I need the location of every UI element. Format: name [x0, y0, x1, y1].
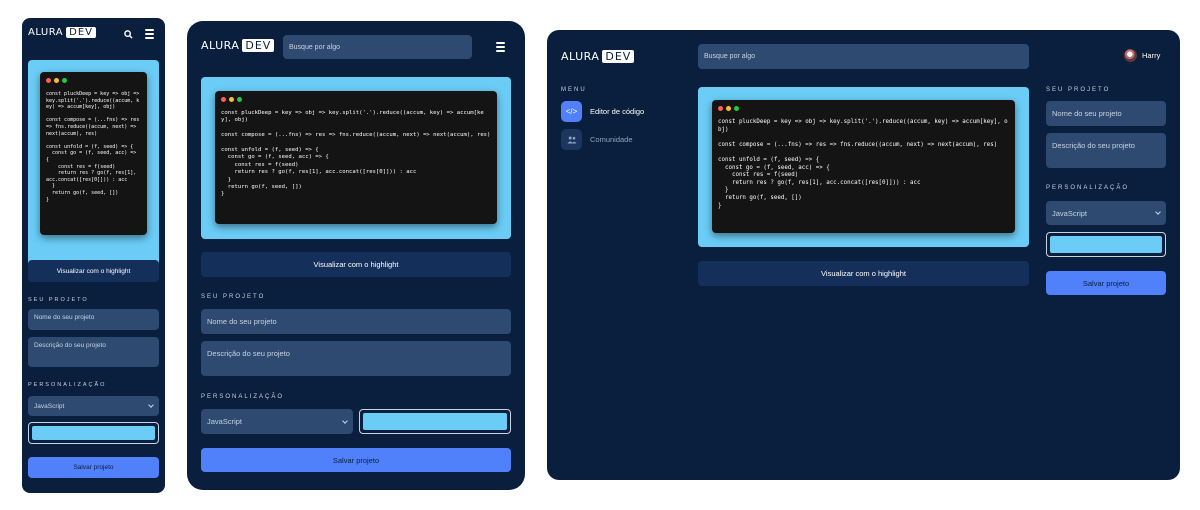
brand-boxed: DEV [66, 27, 96, 38]
menu-icon[interactable] [143, 28, 155, 40]
user-menu[interactable]: Harry [1124, 49, 1160, 62]
language-select-value: JavaScript [34, 402, 65, 410]
mobile-frame: ALURA DEV const pluckDeep = key => obj =… [22, 18, 165, 493]
color-picker[interactable] [28, 422, 159, 444]
window-dots [46, 78, 141, 83]
project-section-label: SEU PROJETO [28, 297, 89, 303]
save-button[interactable]: Salvar projeto [28, 457, 159, 478]
chevron-down-icon [1155, 209, 1161, 215]
brand-word: ALURA [201, 39, 240, 52]
brand-logo[interactable]: ALURA DEV [561, 50, 635, 63]
code-text[interactable]: const pluckDeep = key => obj => key.spli… [221, 110, 491, 199]
language-select[interactable]: JavaScript [28, 396, 159, 416]
menu-icon[interactable] [494, 41, 506, 53]
avatar [1124, 49, 1137, 62]
color-swatch [1050, 236, 1162, 253]
project-name-input[interactable]: Nome do seu projeto [201, 309, 511, 334]
customization-section-label: PERSONALIZAÇÃO [1046, 185, 1130, 191]
code-editor[interactable]: const pluckDeep = key => obj => key.spli… [712, 100, 1015, 233]
color-picker[interactable] [1046, 232, 1166, 257]
code-text[interactable]: const pluckDeep = key => obj => key.spli… [718, 119, 1009, 210]
project-name-input[interactable]: Nome do seu projeto [28, 309, 159, 330]
customization-section-label: PERSONALIZAÇÃO [201, 394, 285, 400]
brand-boxed: DEV [602, 50, 635, 63]
code-editor[interactable]: const pluckDeep = key => obj => key.spli… [215, 91, 497, 224]
color-picker[interactable] [359, 409, 511, 434]
color-swatch [363, 413, 507, 430]
tablet-frame: ALURA DEV Busque por algo const pluckDee… [187, 21, 525, 490]
code-text[interactable]: const pluckDeep = key => obj => key.spli… [46, 91, 141, 203]
chevron-down-icon [342, 417, 348, 424]
brand-logo[interactable]: ALURA DEV [201, 39, 275, 52]
menu-item-label: Editor de código [590, 107, 645, 116]
language-select[interactable]: JavaScript [201, 409, 353, 434]
code-editor[interactable]: const pluckDeep = key => obj => key.spli… [40, 72, 147, 235]
project-name-input[interactable]: Nome do seu projeto [1046, 101, 1166, 126]
highlight-button[interactable]: Visualizar com o highlight [201, 252, 511, 277]
window-dots [718, 106, 1009, 111]
code-icon: </> [561, 101, 582, 122]
project-description-input[interactable]: Descrição do seu projeto [1046, 133, 1166, 168]
desktop-frame: ALURA DEV Busque por algo Harry MENU </>… [547, 30, 1180, 480]
customization-section-label: PERSONALIZAÇÃO [28, 382, 107, 388]
window-dots [221, 97, 491, 102]
brand-boxed: DEV [242, 39, 275, 52]
user-name: Harry [1142, 51, 1161, 60]
project-description-input[interactable]: Descrição do seu projeto [28, 337, 159, 367]
language-select-value: JavaScript [207, 417, 243, 426]
language-select[interactable]: JavaScript [1046, 201, 1166, 225]
project-description-input[interactable]: Descrição do seu projeto [201, 341, 511, 376]
chevron-down-icon [148, 402, 154, 408]
search-input[interactable]: Busque por algo [283, 35, 472, 59]
project-section-label: SEU PROJETO [201, 294, 266, 300]
menu-title: MENU [561, 87, 587, 93]
menu-item-editor[interactable]: </> Editor de código [561, 101, 644, 122]
color-swatch [32, 426, 155, 440]
search-icon[interactable] [122, 28, 134, 40]
language-select-value: JavaScript [1052, 208, 1088, 218]
menu-item-label: Comunidade [590, 135, 633, 144]
brand-word: ALURA [28, 27, 64, 38]
people-icon [561, 129, 582, 150]
brand-word: ALURA [561, 50, 600, 63]
search-input[interactable]: Busque por algo [698, 44, 1029, 69]
brand-logo[interactable]: ALURA DEV [28, 27, 96, 38]
menu-item-community[interactable]: Comunidade [561, 129, 633, 150]
save-button[interactable]: Salvar projeto [201, 448, 511, 472]
highlight-button[interactable]: Visualizar com o highlight [28, 260, 159, 282]
highlight-button[interactable]: Visualizar com o highlight [698, 261, 1029, 286]
project-section-label: SEU PROJETO [1046, 87, 1111, 93]
save-button[interactable]: Salvar projeto [1046, 271, 1166, 295]
